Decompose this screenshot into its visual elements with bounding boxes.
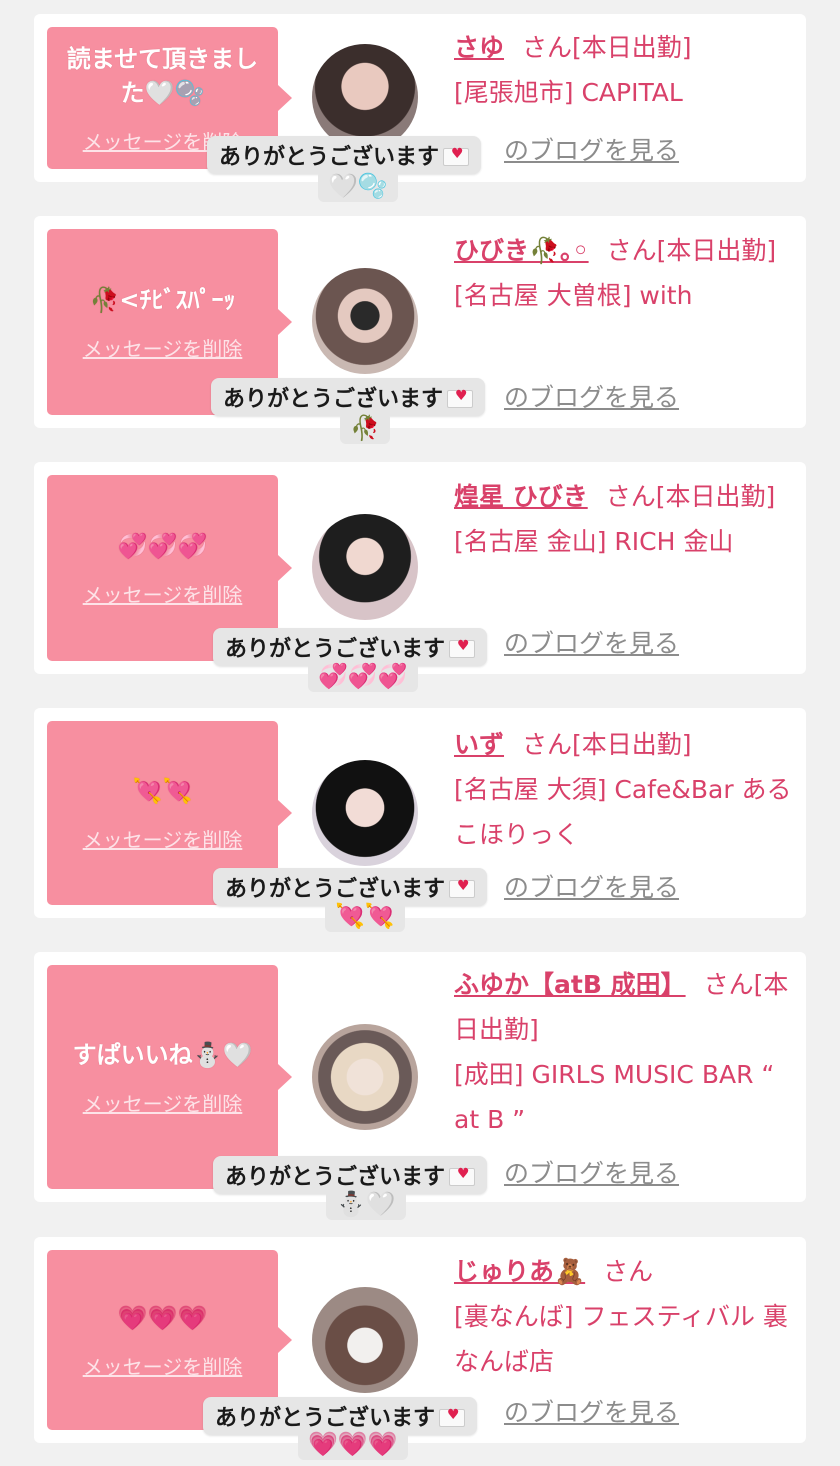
store-name: [名古屋 大曽根] with bbox=[454, 281, 693, 310]
blog-link[interactable]: のブログを見る bbox=[504, 868, 679, 904]
cast-suffix: さん[本日出勤] bbox=[522, 730, 692, 759]
reply-emoji: 💞💞💞 bbox=[308, 660, 418, 692]
message-text: 読ませて頂きました🤍🫧 bbox=[66, 44, 259, 107]
store-name: [成田] GIRLS MUSIC BAR “ at B ” bbox=[454, 1060, 775, 1134]
store-name: [裏なんば] フェスティバル 裏なんば店 bbox=[454, 1302, 788, 1376]
cast-info: いず さん[本日出勤] [名古屋 大須] Cafe&Bar あるこほりっく bbox=[454, 722, 794, 857]
avatar[interactable] bbox=[312, 268, 418, 374]
cast-info: じゅりあ🧸 さん [裏なんば] フェスティバル 裏なんば店 bbox=[454, 1249, 794, 1384]
cast-info: ふゆか【atB 成田】 さん[本日出勤] [成田] GIRLS MUSIC BAR… bbox=[454, 962, 794, 1142]
cast-name-link[interactable]: ふゆか【atB 成田】 bbox=[454, 970, 686, 999]
delete-message-link[interactable]: メッセージを削除 bbox=[83, 333, 243, 362]
reply-emoji: 🥀 bbox=[340, 412, 390, 444]
avatar[interactable] bbox=[312, 1024, 418, 1130]
cast-info: ひびき🥀｡◦ さん[本日出勤] [名古屋 大曽根] with bbox=[454, 228, 794, 318]
love-letter-icon bbox=[449, 878, 476, 898]
reply-emoji: 💘💘 bbox=[325, 900, 405, 932]
cast-info: 煌星 ひびき さん[本日出勤] [名古屋 金山] RICH 金山 bbox=[454, 474, 794, 564]
love-letter-icon bbox=[439, 1407, 466, 1427]
delete-message-link[interactable]: メッセージを削除 bbox=[83, 579, 243, 608]
message-text: すぱいいね⛄️🤍 bbox=[72, 1040, 253, 1069]
avatar[interactable] bbox=[312, 514, 418, 620]
cast-name-link[interactable]: いず bbox=[454, 730, 504, 759]
cast-name-link[interactable]: さゆ bbox=[454, 33, 504, 62]
reply-text: ありがとうございます bbox=[225, 877, 446, 902]
love-letter-icon bbox=[449, 638, 476, 658]
reply-text: ありがとうございます bbox=[225, 1165, 446, 1190]
love-letter-icon bbox=[443, 146, 470, 166]
store-name: [尾張旭市] CAPITAL bbox=[454, 78, 683, 107]
store-name: [名古屋 大須] Cafe&Bar あるこほりっく bbox=[454, 775, 792, 849]
cast-name-link[interactable]: じゅりあ🧸 bbox=[454, 1257, 585, 1286]
cast-name-link[interactable]: ひびき🥀｡◦ bbox=[454, 236, 589, 265]
blog-link[interactable]: のブログを見る bbox=[504, 1154, 679, 1190]
message-text: 💘💘 bbox=[132, 776, 193, 805]
message-text: 💞💞💞 bbox=[117, 531, 208, 560]
avatar[interactable] bbox=[312, 44, 418, 150]
blog-link[interactable]: のブログを見る bbox=[504, 624, 679, 660]
love-letter-icon bbox=[449, 1166, 476, 1186]
reply-text: ありがとうございます bbox=[223, 387, 444, 412]
cast-suffix: さん[本日出勤] bbox=[606, 236, 777, 265]
message-text: 💗💗💗 bbox=[117, 1303, 208, 1332]
reply-text: ありがとうございます bbox=[225, 637, 446, 662]
avatar[interactable] bbox=[312, 760, 418, 866]
delete-message-link[interactable]: メッセージを削除 bbox=[83, 1351, 243, 1380]
cast-suffix: さん[本日出勤] bbox=[522, 33, 692, 62]
reply-text: ありがとうございます bbox=[219, 145, 440, 170]
delete-message-link[interactable]: メッセージを削除 bbox=[83, 824, 243, 853]
message-text: 🥀<ﾁﾋﾞｽﾊﾟｰｯ bbox=[89, 285, 236, 314]
store-name: [名古屋 金山] RICH 金山 bbox=[454, 527, 734, 556]
reply-emoji: 💗💗💗 bbox=[298, 1428, 408, 1460]
delete-message-link[interactable]: メッセージを削除 bbox=[83, 1088, 243, 1117]
blog-link[interactable]: のブログを見る bbox=[504, 1393, 679, 1429]
reply-label: ありがとうございます bbox=[207, 136, 482, 174]
cast-suffix: さん[本日出勤] bbox=[605, 482, 776, 511]
cast-info: さゆ さん[本日出勤] [尾張旭市] CAPITAL bbox=[454, 25, 794, 115]
love-letter-icon bbox=[447, 388, 474, 408]
avatar[interactable] bbox=[312, 1287, 418, 1393]
blog-link[interactable]: のブログを見る bbox=[504, 131, 679, 167]
blog-link[interactable]: のブログを見る bbox=[504, 378, 679, 414]
reply-emoji: 🤍🫧 bbox=[318, 170, 398, 202]
reply-emoji: ⛄️🤍 bbox=[326, 1188, 406, 1220]
cast-suffix: さん bbox=[603, 1257, 654, 1286]
cast-name-link[interactable]: 煌星 ひびき bbox=[454, 482, 588, 511]
reply-label: ありがとうございます bbox=[211, 378, 486, 416]
